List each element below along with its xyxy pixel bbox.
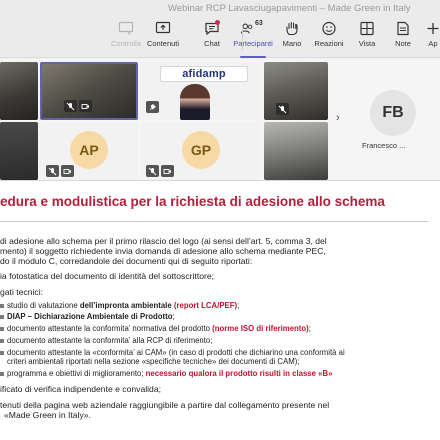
sub-bullet-bold: DIAP – Dichiarazione Ambientale di Prodo… [7,312,173,321]
sub-bullet-text: ; [308,324,311,333]
sub-bullet-text: criteri ambientali riportati nella sezio… [7,357,300,366]
sub-bullet-text: documento attestante la conformita’ norm… [7,324,213,333]
slide-sub-bullet: programma e obiettivi di miglioramento; … [0,369,332,378]
participant-avatar-tile[interactable]: GP [140,122,260,180]
share-screen-icon [155,21,171,36]
bullet-square-icon [0,326,4,331]
sub-bullet-highlight: (report LCA/PEF) [173,301,238,310]
sub-bullet-text: documento attestante la conformita’ alla… [7,336,213,345]
toolbar-divider [242,26,243,50]
grid-view-icon [359,21,375,36]
company-logo: afidamp [160,66,248,82]
video-off-icon [79,100,92,112]
sub-bullet-text: ; [172,312,175,321]
active-speaker-video-tile[interactable] [40,62,138,120]
slide-bullet-line: gati tecnici: [0,287,43,297]
chat-icon [204,20,220,36]
slide-paragraph-line: mento) il soggetto richiedente invia dom… [0,246,326,256]
participant-name: Francesco ... [362,141,406,150]
participants-count: 63 [255,20,263,27]
sub-bullet-highlight: necessario qualora il prodotto risulti i… [145,369,333,378]
slide-paragraph-line: di adesione allo schema per il primo ril… [0,236,327,246]
sub-bullet-bold: dell’impronta ambientale [79,301,174,310]
bullet-square-icon [0,314,4,319]
control-icon [118,21,134,36]
slide-bullet-line: tenuti della pagina web aziendale raggiu… [0,400,330,410]
video-off-icon [61,165,74,177]
participant-avatar-tile[interactable]: FB Francesco ... [350,62,440,180]
mic-off-icon [146,165,159,177]
sub-bullet-text: ; [237,301,240,310]
window-title: Webinar RCP Lavasciugapavimenti – Made G… [168,3,411,14]
chat-button[interactable]: Chat [190,20,234,55]
pin-icon [146,101,159,113]
participant-video-tile-logo[interactable]: afidamp [140,62,260,120]
bullet-square-icon [0,338,4,343]
share-content-button[interactable]: Contenuti [141,21,185,55]
apps-label: Ap [428,39,438,48]
gallery-next-icon[interactable]: › [336,112,340,124]
notes-icon [395,21,411,36]
avatar: GP [182,131,220,169]
apps-icon [425,21,440,36]
participants-icon: 63 [240,20,266,36]
meeting-toolbar: Controlla Contenuti Chat 63 Partecipanti [0,18,440,58]
slide-sub-bullet: documento attestante la «conformita’ ai … [0,348,345,357]
mic-off-icon [64,100,77,112]
mic-off-icon [276,103,289,115]
tile-controls [146,101,159,113]
bullet-square-icon [0,350,4,355]
smiley-icon [321,21,337,36]
slide-sub-bullet-continuation: criteri ambientali riportati nella sezio… [7,357,300,366]
participant-video-tile[interactable] [264,122,328,180]
participant-avatar-tile[interactable]: AP [40,122,138,180]
slide-sub-bullet: studio di valutazione dell’impronta ambi… [0,301,239,310]
bullet-square-icon [0,303,4,308]
person-silhouette [180,84,210,120]
title-bar: Webinar RCP Lavasciugapavimenti – Made G… [0,0,440,18]
slide-divider [0,221,428,222]
participant-video-tile[interactable] [264,62,328,120]
apps-button[interactable]: Ap [418,21,440,55]
share-content-label: Contenuti [146,39,180,48]
slide-bullet-line: ia fotostatica del documento di identità… [0,271,215,281]
slide-sub-bullet: documento attestante la conformita’ norm… [0,324,311,333]
hand-icon [284,21,300,36]
video-gallery: afidamp AP GP › FB Francesco ... [0,59,440,180]
slide-sub-bullet: documento attestante la conformita’ alla… [0,336,212,345]
participant-video-tile[interactable] [0,62,38,120]
tile-controls [46,165,74,177]
slide-bullet-line: ificato di verifica indipendente e conva… [0,384,161,394]
shared-slide: edura e modulistica per la richiesta di … [0,180,440,440]
sub-bullet-text: documento attestante la «conformita’ ai … [7,348,345,357]
slide-paragraph-line: do il modulo C, corredandole dei documen… [0,256,253,266]
bullet-square-icon [0,371,4,376]
slide-sub-bullet: DIAP – Dichiarazione Ambientale di Prodo… [0,312,175,321]
tile-controls [146,165,174,177]
teams-meeting-window: { "window": { "title": "Webinar RCP Lava… [0,0,440,440]
avatar: AP [70,131,108,169]
slide-bullet-line: «Made Green in Italy». [4,410,91,420]
chat-label: Chat [204,39,220,48]
notification-dot [215,20,220,25]
avatar: FB [370,90,416,136]
tile-controls [276,103,289,115]
participant-video-tile[interactable] [0,122,38,180]
sub-bullet-highlight: (norme ISO di riferimento) [212,324,309,333]
video-off-icon [161,165,174,177]
tile-controls [64,100,92,112]
mic-off-icon [46,165,59,177]
slide-title: edura e modulistica per la richiesta di … [0,194,385,209]
sub-bullet-text: studio di valutazione [7,301,80,310]
sub-bullet-text: programma e obiettivi di miglioramento; [7,369,146,378]
